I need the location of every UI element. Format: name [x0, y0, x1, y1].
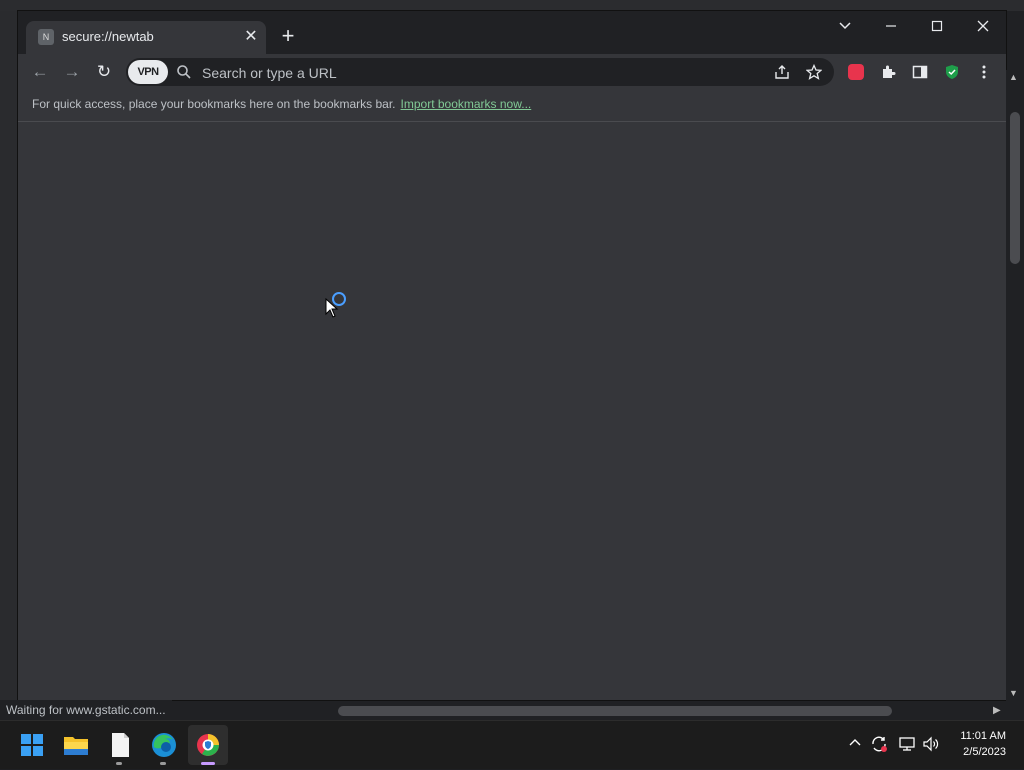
import-bookmarks-link[interactable]: Import bookmarks now...	[401, 97, 532, 111]
tab-strip: N secure://newtab ✕ +	[18, 11, 1006, 54]
network-icon[interactable]	[897, 735, 917, 755]
vpn-button[interactable]: VPN	[128, 60, 168, 84]
status-bubble: Waiting for www.gstatic.com...	[0, 700, 172, 720]
tab-newtab[interactable]: N secure://newtab ✕	[26, 21, 266, 54]
extensions-puzzle-icon[interactable]	[876, 60, 900, 84]
side-panel-icon[interactable]	[908, 60, 932, 84]
maximize-button[interactable]	[914, 11, 960, 41]
taskbar: 11:01 AM 2/5/2023	[0, 720, 1024, 769]
running-indicator	[116, 762, 122, 765]
close-window-button[interactable]	[960, 11, 1006, 41]
background-window-edge	[0, 0, 18, 720]
tab-title: secure://newtab	[62, 29, 154, 44]
share-icon[interactable]	[770, 60, 794, 84]
browser-window: N secure://newtab ✕ + ← → ↻ VPN Search o…	[18, 11, 1006, 700]
volume-icon[interactable]	[921, 735, 941, 755]
forward-button[interactable]: →	[60, 60, 84, 84]
scroll-right-arrow-icon[interactable]: ▶	[993, 705, 1001, 716]
show-hidden-icons-chevron-icon[interactable]	[845, 735, 865, 755]
minimize-button[interactable]	[868, 11, 914, 41]
secure-browser-taskbar-icon[interactable]	[188, 725, 228, 765]
vertical-scrollbar-thumb[interactable]	[1010, 112, 1020, 264]
back-button[interactable]: ←	[28, 60, 52, 84]
bookmarks-hint: For quick access, place your bookmarks h…	[32, 97, 531, 111]
scroll-up-arrow-icon[interactable]: ▲	[1009, 72, 1018, 82]
page-content	[18, 122, 1006, 700]
active-indicator	[201, 762, 215, 765]
bookmarks-hint-text: For quick access, place your bookmarks h…	[32, 97, 396, 111]
tab-close-icon[interactable]: ✕	[240, 26, 262, 48]
shield-extension-icon[interactable]	[940, 60, 964, 84]
sync-icon[interactable]	[869, 735, 889, 755]
edge-browser-icon[interactable]	[144, 725, 184, 765]
mouse-cursor-icon	[325, 297, 339, 318]
notepad-file-icon[interactable]	[100, 725, 140, 765]
browser-toolbar: ← → ↻ VPN	[18, 54, 1006, 90]
file-explorer-icon[interactable]	[56, 725, 96, 765]
search-icon	[176, 64, 192, 80]
new-tab-button[interactable]: +	[276, 25, 300, 49]
clock-time[interactable]: 11:01 AM	[950, 730, 1006, 742]
bookmarks-bar: For quick access, place your bookmarks h…	[18, 90, 1006, 122]
extension-red-icon[interactable]	[844, 60, 868, 84]
omnibox[interactable]: VPN	[126, 58, 834, 86]
tab-search-dropdown-icon[interactable]	[822, 11, 868, 41]
clock-date[interactable]: 2/5/2023	[946, 746, 1006, 758]
horizontal-scrollbar-thumb[interactable]	[338, 706, 892, 716]
tab-favicon-icon: N	[38, 29, 54, 45]
running-indicator	[160, 762, 166, 765]
bookmark-star-icon[interactable]	[802, 60, 826, 84]
menu-kebab-icon[interactable]	[972, 60, 996, 84]
scroll-down-arrow-icon[interactable]: ▼	[1009, 688, 1018, 698]
reload-button[interactable]: ↻	[92, 60, 116, 84]
vertical-scrollbar[interactable]: ▲ ▼	[1006, 70, 1024, 702]
background-window-top	[0, 0, 1024, 11]
start-button[interactable]	[12, 725, 52, 765]
url-input[interactable]	[200, 60, 764, 86]
